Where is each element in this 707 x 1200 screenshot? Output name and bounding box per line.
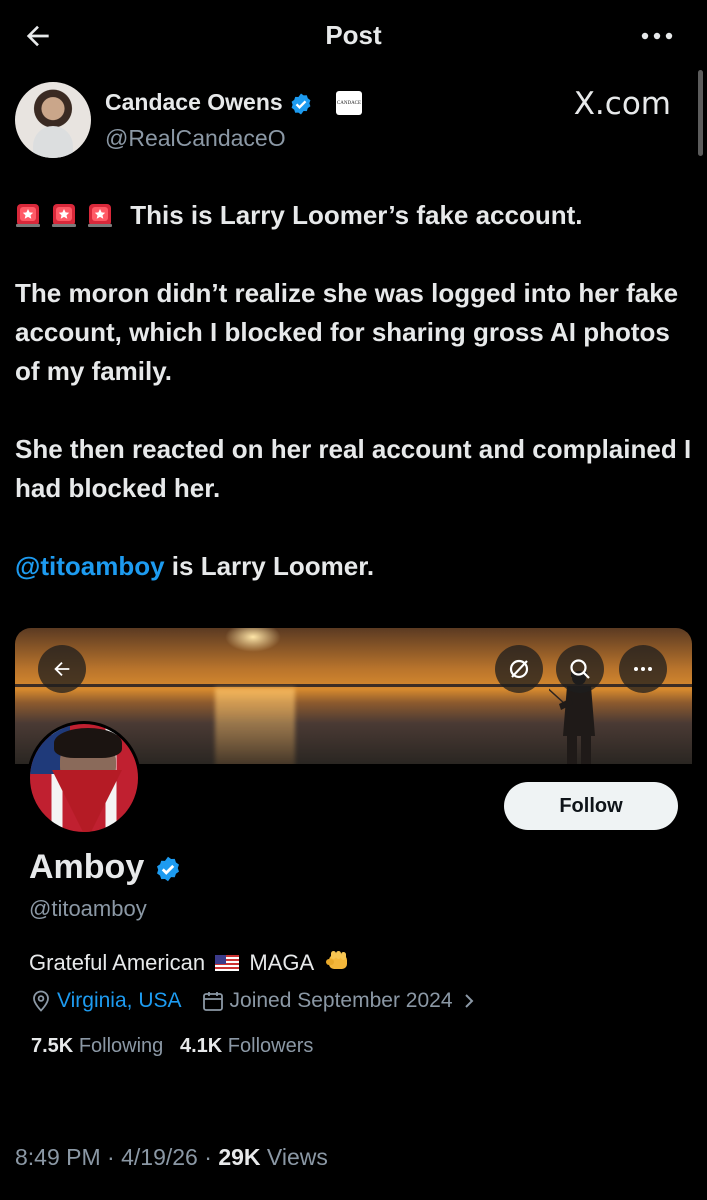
search-icon xyxy=(570,659,590,679)
location-pin-icon xyxy=(33,990,49,1012)
calendar-icon xyxy=(202,992,223,1011)
tweet-paragraph-2: The moron didn’t realize she was logged … xyxy=(15,278,679,386)
more-button[interactable] xyxy=(637,22,677,50)
card-more-button[interactable] xyxy=(619,645,667,693)
fist-icon xyxy=(326,951,348,969)
follow-button[interactable]: Follow xyxy=(504,782,678,830)
profile-joined: Joined September 2024 xyxy=(229,989,453,1012)
profile-meta: Virginia, USA Joined September 2024 xyxy=(31,989,477,1013)
search-button[interactable] xyxy=(556,645,604,693)
views-count: 29K xyxy=(218,1144,261,1170)
more-horizontal-icon xyxy=(641,32,673,40)
card-back-button[interactable] xyxy=(38,645,86,693)
affiliation-badge[interactable]: CANDACE xyxy=(336,91,362,115)
avatar-hair xyxy=(54,728,122,758)
grok-icon xyxy=(509,659,529,679)
author-avatar[interactable] xyxy=(15,82,91,158)
siren-icon xyxy=(88,204,112,227)
profile-stats: 7.5K Following 4.1K Followers xyxy=(31,1035,313,1058)
banner-reflection xyxy=(215,688,295,764)
avatar-bandana xyxy=(52,770,122,832)
author-name[interactable]: Candace Owens xyxy=(105,89,283,115)
profile-name: Amboy xyxy=(29,848,145,886)
tweet-text: This is Larry Loomer’s fake account. The… xyxy=(15,196,695,586)
arrow-left-icon xyxy=(54,661,70,677)
author-handle[interactable]: @RealCandaceO xyxy=(105,125,286,152)
followers-stat[interactable]: 4.1K Followers xyxy=(180,1035,313,1057)
profile-handle: @titoamboy xyxy=(29,896,147,921)
siren-icon xyxy=(16,204,40,227)
scrollbar[interactable] xyxy=(698,70,703,156)
profile-avatar[interactable] xyxy=(27,721,141,835)
post-timestamp: 8:49 PM · 4/19/26 · 29K Views xyxy=(15,1144,328,1170)
banner-sun xyxy=(225,628,281,652)
verified-badge-icon xyxy=(156,856,179,882)
following-stat[interactable]: 7.5K Following xyxy=(31,1035,163,1057)
siren-icon xyxy=(52,204,76,227)
tweet-paragraph-3: She then reacted on her real account and… xyxy=(15,434,692,503)
source-label: X.com xyxy=(573,86,671,122)
author-name-row[interactable]: Candace Owens xyxy=(105,89,313,116)
profile-name-row: Amboy xyxy=(29,848,182,887)
tweet-paragraph-4: @titoamboy is Larry Loomer. xyxy=(15,551,375,581)
verified-badge-icon xyxy=(291,93,311,115)
us-flag-icon xyxy=(215,955,240,971)
chevron-right-icon[interactable] xyxy=(461,991,477,1011)
page-title: Post xyxy=(325,20,382,50)
grok-button[interactable] xyxy=(495,645,543,693)
top-bar: Post xyxy=(0,0,707,72)
profile-bio: Grateful American MAGA xyxy=(29,949,351,976)
mention-link[interactable]: @titoamboy xyxy=(15,551,165,581)
more-horizontal-icon xyxy=(634,667,652,671)
profile-location[interactable]: Virginia, USA xyxy=(57,989,182,1013)
tweet-line-1: This is Larry Loomer’s fake account. xyxy=(15,196,695,235)
